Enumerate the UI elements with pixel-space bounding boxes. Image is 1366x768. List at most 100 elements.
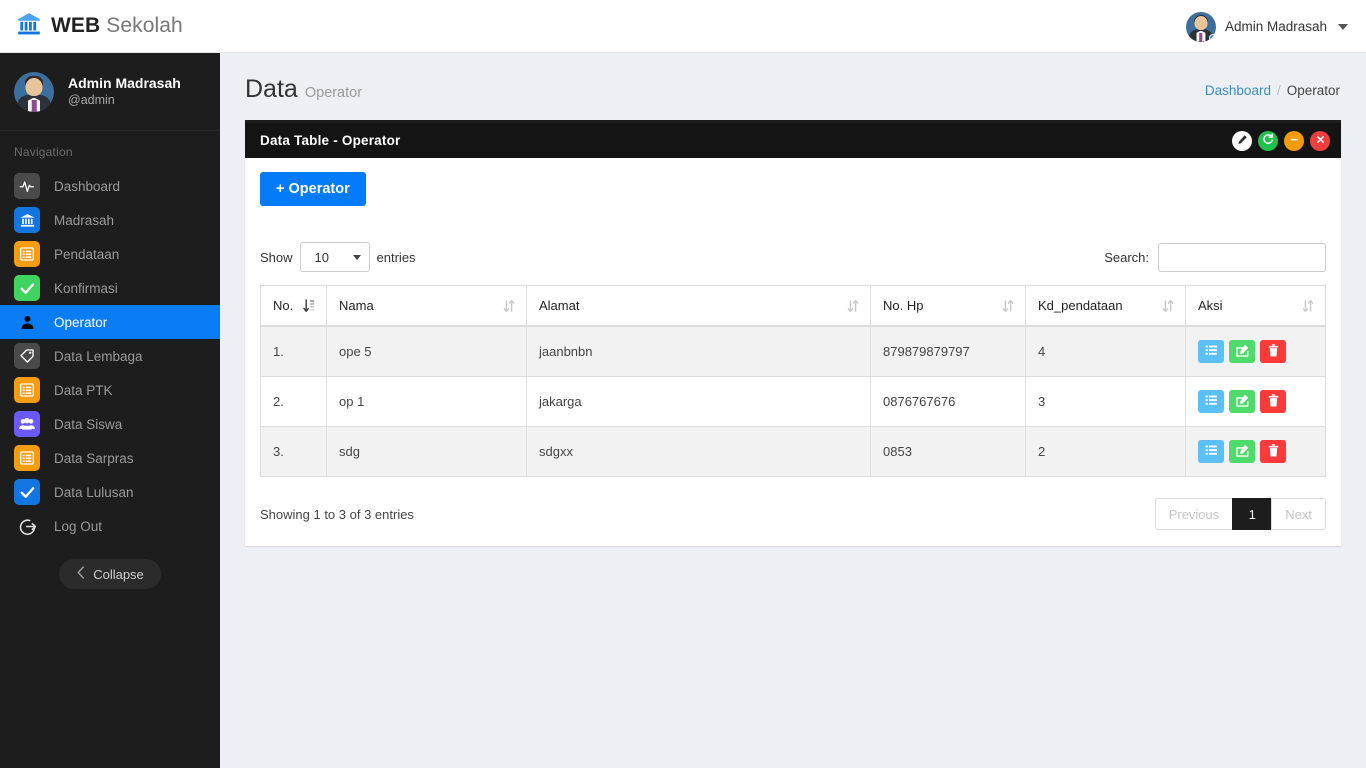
box-tools: [1232, 130, 1330, 151]
trash-icon: [1268, 443, 1279, 460]
box-body: + Operator Show 10 entries Search: No. N…: [245, 158, 1341, 546]
length-prefix-label: Show: [260, 249, 293, 265]
column-header-nama[interactable]: Nama: [326, 285, 527, 327]
table-row[interactable]: 3. sdg sdgxx 0853 2: [260, 426, 1326, 477]
column-label: Aksi: [1198, 298, 1223, 313]
refresh-tool-button[interactable]: [1258, 130, 1278, 151]
sidebar-item-label: Data PTK: [54, 382, 113, 398]
datatable-footer: Showing 1 to 3 of 3 entries Previous 1 N…: [260, 498, 1326, 530]
cell-alamat: jakarga: [526, 376, 871, 427]
datatable-controls: Show 10 entries Search:: [260, 240, 1326, 274]
user-icon: [14, 309, 40, 335]
trash-icon: [1268, 393, 1279, 410]
detail-button[interactable]: [1198, 440, 1224, 463]
sidebar-item-pendataan[interactable]: Pendataan: [0, 237, 220, 271]
cell-nama: ope 5: [326, 325, 527, 377]
delete-button[interactable]: [1260, 340, 1286, 363]
edit-square-icon: [1235, 394, 1249, 410]
tag-icon: [14, 343, 40, 369]
edit-square-icon: [1235, 344, 1249, 360]
sidebar-item-madrasah[interactable]: Madrasah: [0, 203, 220, 237]
sidebar-item-label: Data Sarpras: [54, 450, 134, 466]
sidebar-item-label: Data Siswa: [54, 416, 123, 432]
sidebar-item-dashboard[interactable]: Dashboard: [0, 169, 220, 203]
box-title: Data Table - Operator: [260, 133, 401, 148]
avatar: [1185, 11, 1216, 42]
collapse-label: Collapse: [93, 566, 144, 582]
column-header-alamat[interactable]: Alamat: [526, 285, 871, 327]
edit-square-icon: [1235, 444, 1249, 460]
delete-button[interactable]: [1260, 390, 1286, 413]
detail-button[interactable]: [1198, 340, 1224, 363]
sidebar-item-operator[interactable]: Operator: [0, 305, 220, 339]
edit-button[interactable]: [1229, 340, 1255, 363]
breadcrumb-dashboard[interactable]: Dashboard: [1205, 83, 1271, 98]
cell-aksi: [1185, 325, 1326, 377]
activity-pulse-icon: [14, 173, 40, 199]
user-menu[interactable]: Admin Madrasah: [1182, 0, 1352, 53]
close-tool-button[interactable]: [1310, 130, 1330, 151]
check-circle-icon: [14, 479, 40, 505]
sidebar-item-data-lembaga[interactable]: Data Lembaga: [0, 339, 220, 373]
cell-alamat: sdgxx: [526, 426, 871, 477]
edit-button[interactable]: [1229, 440, 1255, 463]
collapse-sidebar-button[interactable]: Collapse: [59, 559, 161, 589]
brand-bold: WEB: [51, 14, 101, 37]
sort-both-icon: [1302, 299, 1314, 313]
sort-both-icon: [1002, 299, 1014, 313]
top-navbar: WEB Sekolah Admin Madrasah: [0, 0, 1366, 53]
cell-alamat: jaanbnbn: [526, 325, 871, 377]
table-row[interactable]: 2. op 1 jakarga 0876767676 3: [260, 376, 1326, 427]
content-area: Data Operator Dashboard / Operator Data Tab…: [220, 53, 1366, 768]
sidebar-item-log-out[interactable]: Log Out: [0, 509, 220, 543]
sidebar-item-label: Pendataan: [54, 246, 120, 262]
entries-per-page-select[interactable]: 10: [299, 242, 370, 272]
sidebar-user-panel[interactable]: Admin Madrasah @admin: [0, 53, 220, 131]
online-status-dot: [1208, 33, 1216, 42]
users-icon: [14, 411, 40, 437]
expand-tool-button[interactable]: [1232, 130, 1252, 151]
column-label: Nama: [339, 298, 374, 313]
minus-icon: [1289, 133, 1300, 148]
minimize-tool-button[interactable]: [1284, 130, 1304, 151]
sidebar-item-konfirmasi[interactable]: Konfirmasi: [0, 271, 220, 305]
table-row[interactable]: 1. ope 5 jaanbnbn 879879879797 4: [260, 325, 1326, 377]
detail-button[interactable]: [1198, 390, 1224, 413]
column-label: Kd_pendataan: [1038, 298, 1123, 313]
check-square-icon: [14, 275, 40, 301]
breadcrumb-separator: /: [1276, 83, 1281, 98]
sidebar-item-data-ptk[interactable]: Data PTK: [0, 373, 220, 407]
column-label: No. Hp: [883, 298, 924, 313]
length-suffix-label: entries: [376, 249, 416, 265]
sidebar-item-data-sarpras[interactable]: Data Sarpras: [0, 441, 220, 475]
bank-icon: [14, 207, 40, 233]
search-input[interactable]: [1158, 242, 1326, 272]
sidebar-section-title: Navigation: [14, 145, 73, 159]
delete-button[interactable]: [1260, 440, 1286, 463]
chevron-down-icon: [1338, 23, 1348, 30]
pagination-previous[interactable]: Previous: [1154, 498, 1234, 530]
pagination-next[interactable]: Next: [1271, 498, 1326, 530]
column-header-no[interactable]: No.: [260, 285, 327, 327]
table-body: 1. ope 5 jaanbnbn 879879879797 4 2. op 1…: [260, 325, 1326, 477]
times-icon: [1315, 133, 1326, 148]
column-header-no-hp[interactable]: No. Hp: [870, 285, 1026, 327]
sidebar-item-data-lulusan[interactable]: Data Lulusan: [0, 475, 220, 509]
brand-light: Sekolah: [106, 14, 183, 37]
datatable-search-control: Search:: [1104, 242, 1326, 272]
cell-kd-pendataan: 3: [1025, 376, 1186, 427]
chevron-down-icon: [352, 254, 361, 260]
content-header: Data Operator Dashboard / Operator: [220, 53, 1366, 120]
column-header-aksi[interactable]: Aksi: [1185, 285, 1326, 327]
brand-logo[interactable]: WEB Sekolah: [0, 11, 183, 42]
sidebar-item-data-siswa[interactable]: Data Siswa: [0, 407, 220, 441]
edit-button[interactable]: [1229, 390, 1255, 413]
pagination-page-1[interactable]: 1: [1232, 498, 1273, 530]
user-menu-label: Admin Madrasah: [1224, 19, 1327, 34]
cell-no: 3.: [260, 426, 327, 477]
data-table-box: Data Table - Operator + Operator Show 10…: [245, 120, 1341, 546]
cell-nama: op 1: [326, 376, 527, 427]
add-operator-button[interactable]: + Operator: [260, 172, 366, 206]
column-header-kd-pendataan[interactable]: Kd_pendataan: [1025, 285, 1186, 327]
sidebar-item-label: Log Out: [54, 518, 103, 534]
